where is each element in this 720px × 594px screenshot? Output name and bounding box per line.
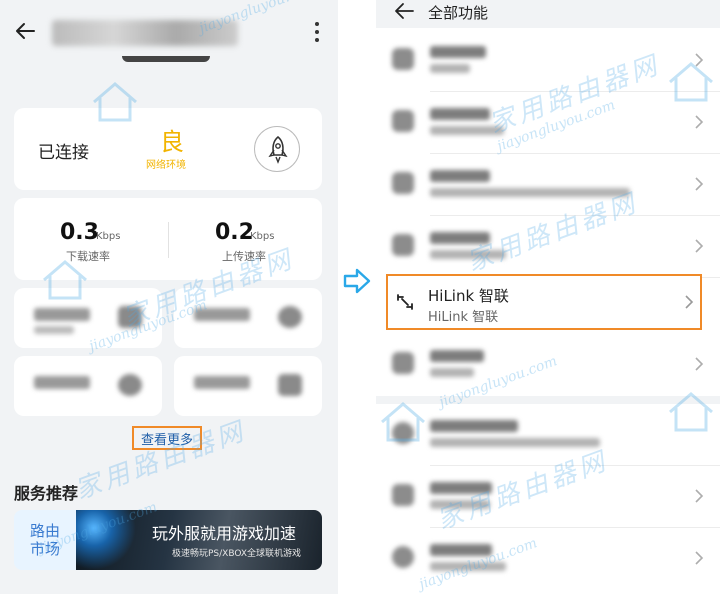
banner-subtitle: 极速畅玩PS/XBOX全球联机游戏 xyxy=(172,549,302,559)
router-home-screen: 已连接 良 网络环境 0.3 Kbps 下载速率 0.2 Kbps 上传速率 查… xyxy=(0,0,338,594)
chevron-right-icon xyxy=(695,551,704,565)
back-arrow-icon[interactable] xyxy=(394,2,414,20)
section-title: 服务推荐 xyxy=(14,484,79,503)
chevron-right-icon xyxy=(695,489,704,503)
feature-icon xyxy=(392,546,414,568)
connection-status: 已连接 xyxy=(38,143,89,163)
list-item[interactable] xyxy=(376,154,720,216)
watermark-house-icon xyxy=(381,402,425,442)
hilink-subtitle: HiLink 智联 xyxy=(428,310,499,325)
back-arrow-icon[interactable] xyxy=(14,20,36,42)
network-quality: 良 xyxy=(160,128,184,156)
chevron-right-icon xyxy=(695,357,704,371)
more-menu-icon[interactable] xyxy=(311,20,323,44)
speed-up-button[interactable] xyxy=(254,126,300,172)
gamepad-icon xyxy=(278,374,302,396)
banner-title: 玩外服就用游戏加速 xyxy=(152,524,297,543)
network-quality-label: 网络环境 xyxy=(146,160,186,171)
tile-game-accelerate[interactable] xyxy=(174,356,322,416)
download-speed-value: 0.3 xyxy=(60,220,99,245)
feature-icon xyxy=(392,484,414,506)
chevron-right-icon xyxy=(695,239,704,253)
upload-speed-value: 0.2 xyxy=(215,220,254,245)
watermark-house-icon xyxy=(93,82,137,122)
feature-icon xyxy=(392,352,414,374)
page-title: 全部功能 xyxy=(428,4,489,22)
watermark-house-icon xyxy=(669,392,713,432)
watermark-house-icon xyxy=(669,62,713,102)
download-speed-unit: Kbps xyxy=(96,231,121,242)
chevron-right-icon xyxy=(695,177,704,191)
network-status-card[interactable]: 已连接 良 网络环境 xyxy=(14,108,322,190)
feature-icon xyxy=(392,110,414,132)
top-bar xyxy=(0,0,338,60)
chevron-right-icon xyxy=(695,115,704,129)
rocket-icon xyxy=(268,135,288,164)
gauge-icon xyxy=(278,306,302,328)
hilink-icon xyxy=(397,294,413,310)
upload-speed-unit: Kbps xyxy=(250,231,275,242)
all-features-screen: 全部功能 HiLink 智联 HiLink 智联 家用路由器网 jiayongl… xyxy=(376,0,720,594)
feature-icon xyxy=(392,48,414,70)
feature-icon xyxy=(392,172,414,194)
hilink-title: HiLink 智联 xyxy=(428,287,509,305)
divider xyxy=(168,222,169,258)
hilink-item[interactable]: HiLink 智联 HiLink 智联 xyxy=(386,274,702,330)
child-icon xyxy=(118,374,142,396)
watermark-house-icon xyxy=(43,260,87,300)
tile-child-internet[interactable] xyxy=(14,356,162,416)
router-image xyxy=(122,56,210,62)
chevron-right-icon xyxy=(685,295,694,309)
feature-icon xyxy=(392,234,414,256)
arrow-right-icon xyxy=(343,268,371,294)
watermark-cn: 家用路由器网 xyxy=(71,415,251,506)
